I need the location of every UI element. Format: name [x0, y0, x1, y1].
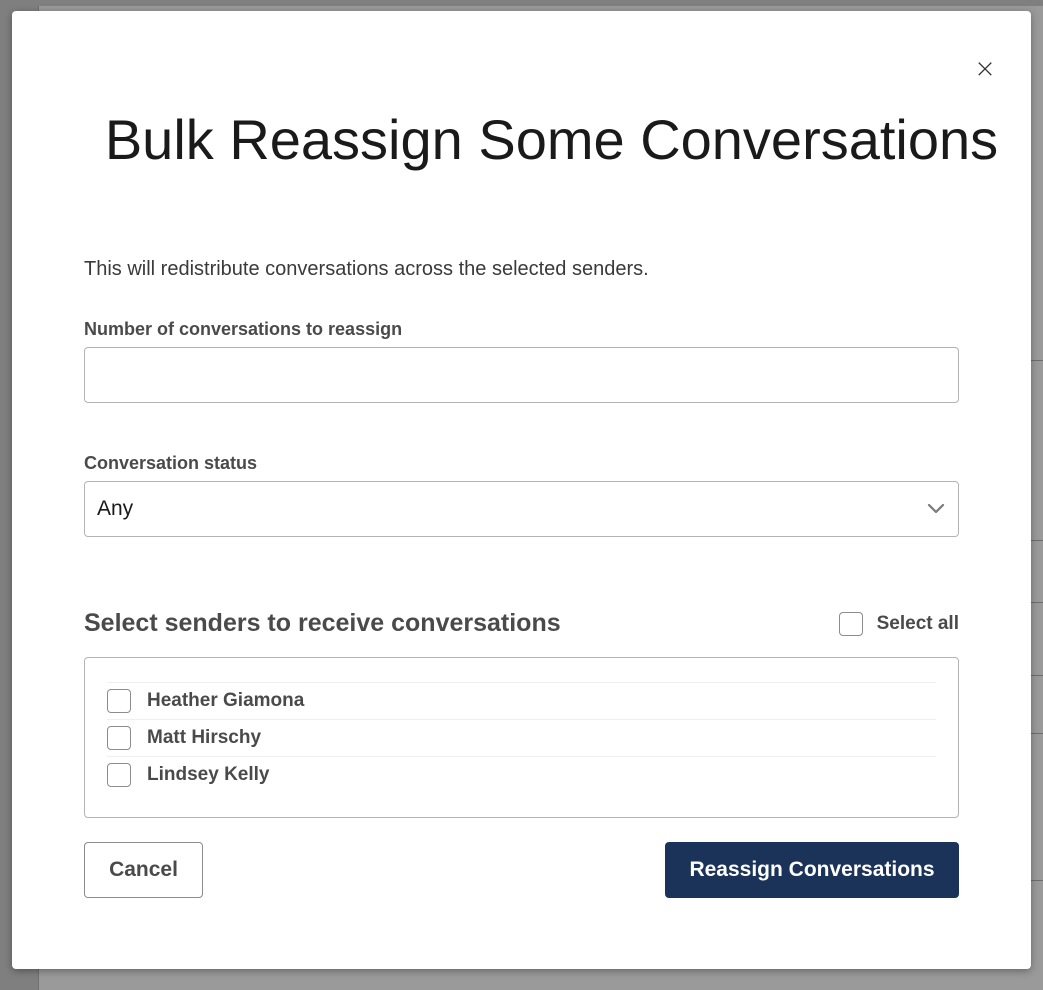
modal-description: This will redistribute conversations acr… [84, 258, 649, 280]
sender-item-lindsey-kelly[interactable]: Lindsey Kelly [107, 756, 936, 793]
status-selected-value: Any [97, 497, 134, 520]
sender-item-heather-giamona[interactable]: Heather Giamona [107, 682, 936, 719]
background-divider [1031, 675, 1043, 676]
select-all-label: Select all [876, 613, 959, 634]
senders-list: Heather Giamona Matt Hirschy Lindsey Kel… [84, 657, 959, 818]
reassign-conversations-button[interactable]: Reassign Conversations [665, 842, 959, 898]
senders-section-title: Select senders to receive conversations [84, 609, 561, 637]
chevron-down-icon [926, 499, 946, 519]
sender-label: Heather Giamona [147, 690, 305, 711]
checkbox-icon[interactable] [838, 612, 863, 636]
close-button[interactable]: × [973, 55, 997, 83]
checkbox-icon[interactable] [107, 726, 131, 750]
close-icon: × [974, 54, 996, 84]
status-field-label: Conversation status [84, 453, 258, 473]
background-divider [1031, 733, 1043, 734]
background-divider [1031, 602, 1043, 603]
count-field-label: Number of conversations to reassign [84, 319, 403, 339]
sender-item-matt-hirschy[interactable]: Matt Hirschy [107, 719, 936, 756]
select-all-checkbox[interactable]: Select all [838, 612, 959, 636]
sender-label: Matt Hirschy [147, 727, 262, 748]
background-divider [1031, 880, 1043, 881]
sender-label: Lindsey Kelly [147, 764, 270, 785]
checkbox-icon[interactable] [107, 763, 131, 787]
background-divider [1031, 360, 1043, 361]
bulk-reassign-modal: × Bulk Reassign Some Conversations This … [12, 11, 1031, 969]
checkbox-icon[interactable] [107, 689, 131, 713]
cancel-button[interactable]: Cancel [84, 842, 203, 898]
conversation-status-select[interactable]: Any [84, 481, 959, 537]
conversation-count-input[interactable] [84, 347, 959, 403]
background-divider [1031, 540, 1043, 541]
modal-title: Bulk Reassign Some Conversations [104, 108, 999, 171]
